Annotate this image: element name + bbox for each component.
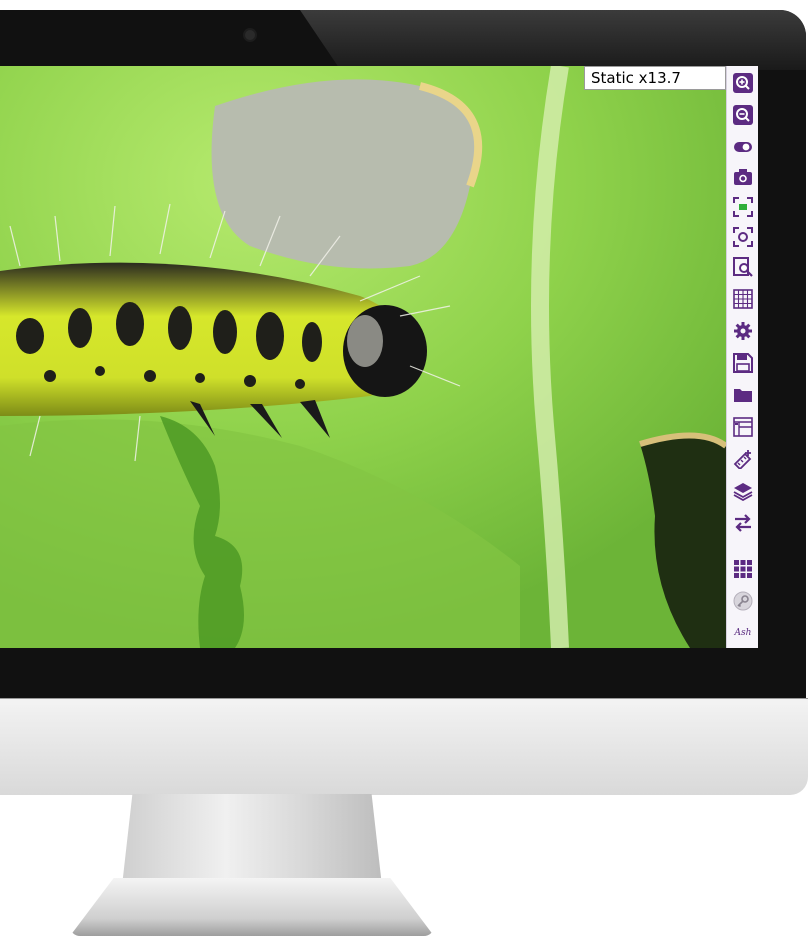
preview-button[interactable] xyxy=(730,256,756,278)
capture-frame-button[interactable] xyxy=(730,226,756,248)
zoom-in-icon xyxy=(733,73,753,93)
camera-icon xyxy=(734,169,752,185)
zoom-level-readout: Static x13.7 xyxy=(584,66,726,90)
swap-button[interactable] xyxy=(730,512,756,534)
open-folder-button[interactable] xyxy=(730,384,756,406)
microscope-live-view[interactable] xyxy=(0,66,726,648)
grid-overlay-icon xyxy=(733,289,753,309)
monitor-chin xyxy=(0,698,808,795)
apps-grid-icon xyxy=(734,560,752,578)
camera-button[interactable] xyxy=(730,166,756,188)
webcam xyxy=(245,30,255,40)
monitor-stand-base xyxy=(70,878,434,936)
apps-grid-button[interactable] xyxy=(730,558,756,580)
save-disk-icon xyxy=(733,353,753,373)
layers-icon xyxy=(733,483,753,501)
toggle-icon xyxy=(734,142,752,152)
zoom-in-button[interactable] xyxy=(730,72,756,94)
layers-button[interactable] xyxy=(730,480,756,502)
bezel-highlight xyxy=(300,10,806,70)
open-folder-icon xyxy=(734,389,752,402)
capture-frame-icon xyxy=(733,227,753,247)
toggle-button[interactable] xyxy=(730,136,756,158)
measure-ruler-icon xyxy=(733,450,752,469)
zoom-out-icon xyxy=(733,105,753,125)
fit-screen-icon xyxy=(733,197,753,217)
fit-screen-button[interactable] xyxy=(730,196,756,218)
save-button[interactable] xyxy=(730,352,756,374)
key-button[interactable] xyxy=(730,590,756,612)
vertical-toolbar: Ash xyxy=(726,66,758,648)
zoom-out-button[interactable] xyxy=(730,104,756,126)
measure-button[interactable] xyxy=(730,448,756,470)
brand-logo: Ash xyxy=(734,628,752,638)
layout-icon xyxy=(733,417,753,437)
grid-overlay-button[interactable] xyxy=(730,288,756,310)
swap-arrows-icon xyxy=(735,514,751,532)
layout-button[interactable] xyxy=(730,416,756,438)
screen xyxy=(0,66,726,648)
key-icon xyxy=(733,591,753,611)
preview-search-icon xyxy=(733,257,753,277)
settings-gear-icon xyxy=(734,322,752,340)
settings-button[interactable] xyxy=(730,320,756,342)
monitor-stand xyxy=(122,794,382,886)
